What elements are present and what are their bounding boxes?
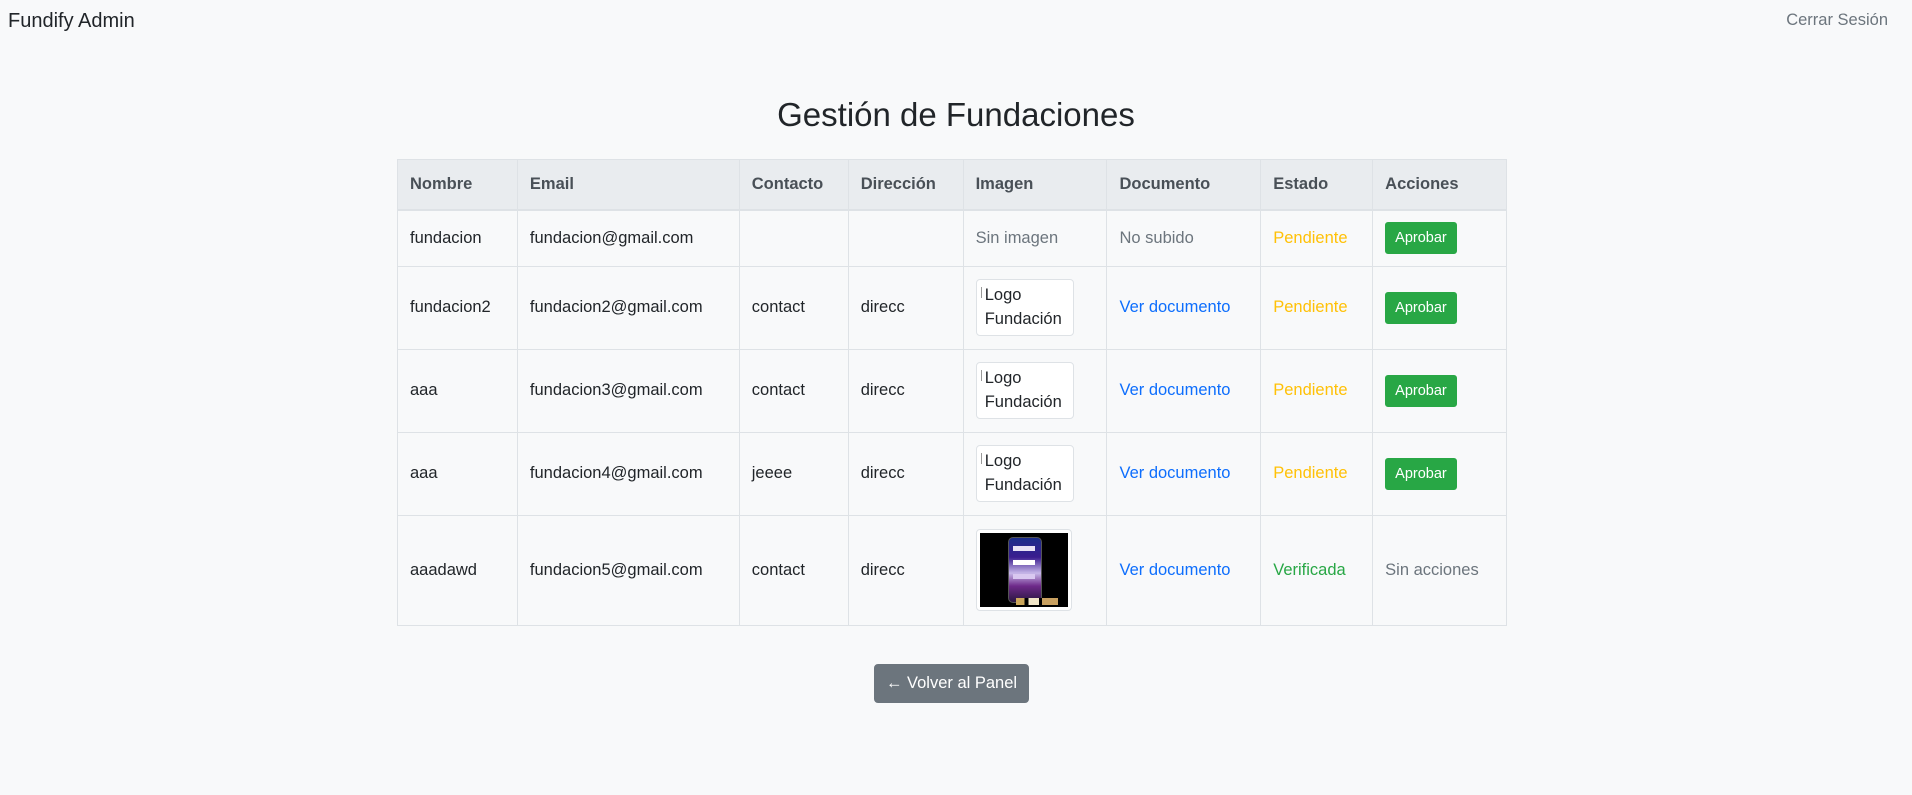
broken-image-icon — [980, 370, 984, 381]
view-document-link[interactable]: Ver documento — [1106, 348, 1262, 433]
cell-contacto: contact — [738, 348, 849, 433]
status-badge: Pendiente — [1260, 265, 1374, 350]
cell-nombre: aaadawd — [397, 514, 518, 626]
foundations-table: Nombre Email Contacto Dirección Imagen D… — [397, 159, 1507, 626]
cell-contacto — [738, 209, 849, 267]
cell-direccion — [847, 209, 964, 267]
cell-contacto: contact — [738, 265, 849, 350]
header-email: Email — [516, 159, 740, 211]
header-estado: Estado — [1260, 159, 1374, 211]
table-row: aaadawd fundacion5@gmail.com contact dir… — [397, 514, 1507, 626]
broken-image-icon — [980, 453, 984, 464]
header-documento: Documento — [1106, 159, 1262, 211]
header-contacto: Contacto — [738, 159, 849, 211]
cell-acciones: Aprobar — [1372, 209, 1507, 267]
cell-acciones: Aprobar — [1372, 348, 1507, 433]
page-title: Gestión de Fundaciones — [777, 96, 1135, 133]
header-nombre: Nombre — [397, 159, 518, 211]
cell-email: fundacion@gmail.com — [516, 209, 740, 267]
cell-documento-missing: No subido — [1106, 209, 1262, 267]
cell-direccion: direcc — [847, 265, 964, 350]
cell-nombre: fundacion2 — [397, 265, 518, 350]
cell-email: fundacion2@gmail.com — [516, 265, 740, 350]
image-alt-text: Logo Fundación — [984, 369, 1062, 411]
approve-button[interactable]: Aprobar — [1385, 291, 1457, 324]
cell-nombre: aaa — [397, 431, 518, 516]
foundation-photo-image — [975, 529, 1072, 611]
approve-button[interactable]: Aprobar — [1385, 222, 1457, 255]
table-header-row: Nombre Email Contacto Dirección Imagen D… — [397, 159, 1507, 211]
cell-imagen — [962, 514, 1108, 626]
phone-graphic — [1007, 537, 1042, 603]
cell-imagen: Logo Fundación — [962, 348, 1108, 433]
cell-acciones: Aprobar — [1372, 265, 1507, 350]
cell-direccion: direcc — [847, 514, 964, 626]
approve-button[interactable]: Aprobar — [1385, 374, 1457, 407]
cell-direccion: direcc — [847, 348, 964, 433]
cell-email: fundacion4@gmail.com — [516, 431, 740, 516]
cell-email: fundacion5@gmail.com — [516, 514, 740, 626]
broken-image-icon — [980, 287, 984, 298]
back-to-panel-button[interactable]: ← Volver al Panel — [874, 664, 1029, 703]
brand-link[interactable]: Fundify Admin — [8, 10, 135, 33]
header-imagen: Imagen — [962, 159, 1108, 211]
table-row: fundacion fundacion@gmail.com Sin imagen… — [397, 209, 1507, 267]
view-document-link[interactable]: Ver documento — [1106, 431, 1262, 516]
status-badge: Pendiente — [1260, 431, 1374, 516]
image-alt-text: Logo Fundación — [984, 286, 1062, 328]
approve-button[interactable]: Aprobar — [1385, 457, 1457, 490]
cell-nombre: aaa — [397, 348, 518, 433]
header-acciones: Acciones — [1372, 159, 1507, 211]
status-badge: Pendiente — [1260, 209, 1374, 267]
foundation-logo-image: Logo Fundación — [975, 362, 1074, 419]
cell-acciones: Aprobar — [1372, 431, 1507, 516]
photo-strip — [1015, 598, 1058, 605]
logout-link[interactable]: Cerrar Sesión — [1786, 11, 1888, 30]
view-document-link[interactable]: Ver documento — [1106, 514, 1262, 626]
cell-contacto: contact — [738, 514, 849, 626]
cell-email: fundacion3@gmail.com — [516, 348, 740, 433]
cell-imagen-empty: Sin imagen — [962, 209, 1108, 267]
cell-imagen: Logo Fundación — [962, 265, 1108, 350]
table-row: fundacion2 fundacion2@gmail.com contact … — [397, 265, 1507, 350]
cell-imagen: Logo Fundación — [962, 431, 1108, 516]
top-navbar: Fundify Admin Cerrar Sesión — [0, 0, 1912, 42]
foundation-logo-image: Logo Fundación — [975, 445, 1074, 502]
cell-contacto: jeeee — [738, 431, 849, 516]
cell-direccion: direcc — [847, 431, 964, 516]
status-badge: Verificada — [1260, 514, 1374, 626]
cell-nombre: fundacion — [397, 209, 518, 267]
image-alt-text: Logo Fundación — [984, 452, 1062, 494]
header-direccion: Dirección — [847, 159, 964, 211]
table-row: aaa fundacion4@gmail.com jeeee direcc Lo… — [397, 431, 1507, 516]
foundation-logo-image: Logo Fundación — [975, 279, 1074, 336]
no-actions-text: Sin acciones — [1372, 514, 1507, 626]
view-document-link[interactable]: Ver documento — [1106, 265, 1262, 350]
status-badge: Pendiente — [1260, 348, 1374, 433]
table-row: aaa fundacion3@gmail.com contact direcc … — [397, 348, 1507, 433]
phone-screenshot-thumbnail — [979, 533, 1068, 607]
